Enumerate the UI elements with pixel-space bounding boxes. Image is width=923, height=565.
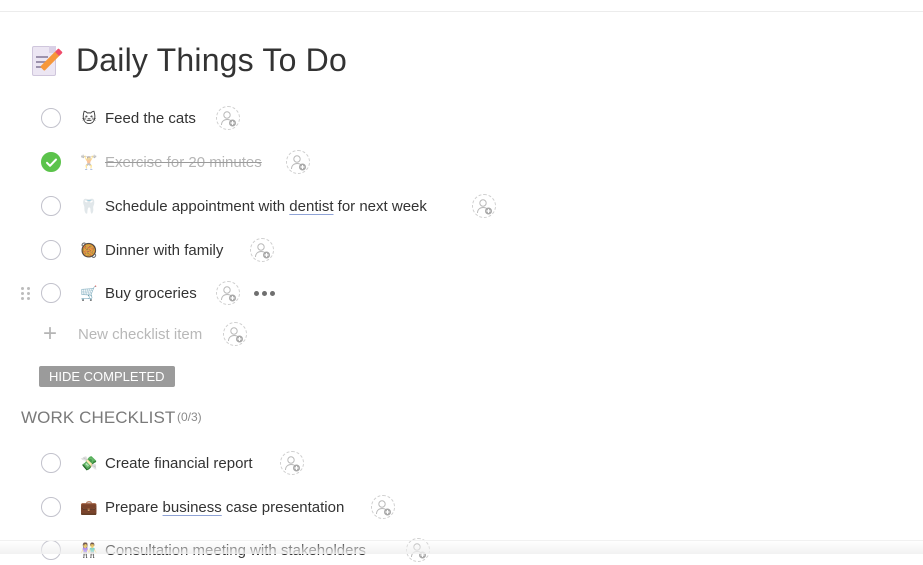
scroll-fade bbox=[0, 540, 923, 554]
assign-user-icon[interactable] bbox=[472, 194, 496, 218]
item-label[interactable]: Prepare business case presentation bbox=[105, 499, 344, 516]
plus-icon[interactable]: + bbox=[43, 322, 57, 346]
item-label[interactable]: Schedule appointment with dentist for ne… bbox=[105, 198, 427, 215]
cat-face-icon: 🐱 bbox=[81, 110, 97, 126]
shopping-cart-icon: 🛒 bbox=[80, 285, 98, 301]
item-checkbox[interactable] bbox=[41, 283, 61, 303]
spellcheck-word[interactable]: dentist bbox=[289, 198, 333, 215]
work-checklist-count: (0/3) bbox=[177, 410, 202, 424]
item-label[interactable]: Create financial report bbox=[105, 455, 253, 472]
checklist-item-hovered: 🛒 Buy groceries bbox=[0, 278, 300, 308]
hide-completed-button[interactable]: HIDE COMPLETED bbox=[39, 366, 175, 387]
spellcheck-word[interactable]: business bbox=[163, 499, 222, 516]
assign-user-icon[interactable] bbox=[371, 495, 395, 519]
top-divider bbox=[0, 11, 923, 12]
drag-handle-icon[interactable] bbox=[21, 283, 31, 303]
item-checkbox[interactable] bbox=[41, 453, 61, 473]
item-checkbox-checked[interactable] bbox=[41, 152, 61, 172]
item-label[interactable]: Feed the cats bbox=[105, 110, 196, 127]
assign-user-icon[interactable] bbox=[223, 322, 247, 346]
more-options-icon[interactable] bbox=[254, 290, 275, 296]
page-header: Daily Things To Do bbox=[30, 42, 347, 79]
tooth-icon: 🦷 bbox=[80, 198, 98, 214]
item-label[interactable]: Buy groceries bbox=[105, 285, 197, 302]
item-checkbox[interactable] bbox=[41, 497, 61, 517]
assign-user-icon[interactable] bbox=[250, 238, 274, 262]
item-checkbox[interactable] bbox=[41, 196, 61, 216]
checkmark-icon bbox=[45, 158, 57, 167]
assign-user-icon[interactable] bbox=[280, 451, 304, 475]
item-checkbox[interactable] bbox=[41, 240, 61, 260]
money-with-wings-icon: 💸 bbox=[80, 455, 98, 471]
page-title[interactable]: Daily Things To Do bbox=[76, 42, 347, 79]
pan-food-icon: 🥘 bbox=[80, 242, 98, 258]
assign-user-icon[interactable] bbox=[286, 150, 310, 174]
weight-lifter-icon: 🏋 bbox=[80, 154, 98, 170]
work-checklist-title[interactable]: WORK CHECKLIST bbox=[21, 408, 175, 428]
item-label[interactable]: Dinner with family bbox=[105, 242, 223, 259]
new-checklist-item-input[interactable]: New checklist item bbox=[78, 326, 202, 343]
assign-user-icon[interactable] bbox=[216, 106, 240, 130]
item-checkbox[interactable] bbox=[41, 108, 61, 128]
item-label[interactable]: Exercise for 20 minutes bbox=[105, 154, 262, 171]
briefcase-icon: 💼 bbox=[80, 499, 98, 515]
assign-user-icon[interactable] bbox=[216, 281, 240, 305]
memo-icon[interactable] bbox=[30, 44, 62, 78]
